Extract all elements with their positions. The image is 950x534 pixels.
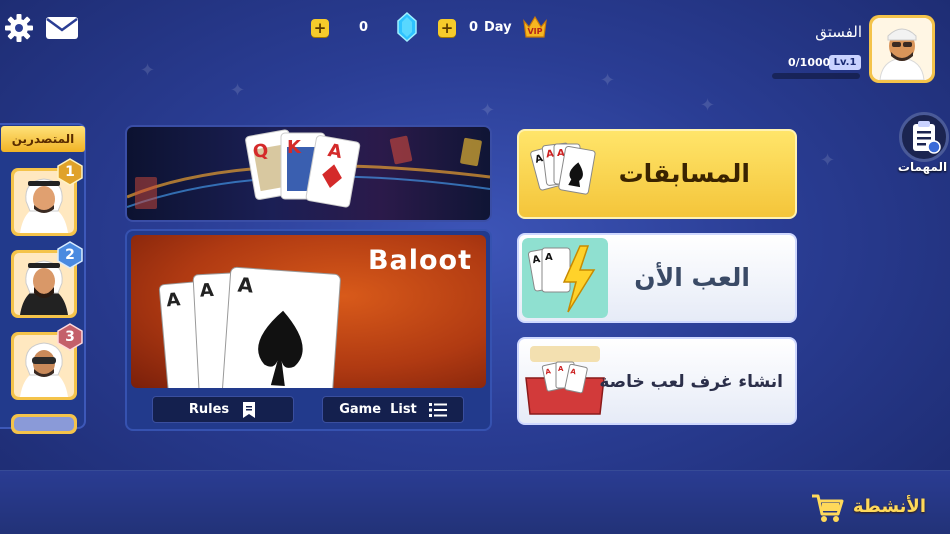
xp-progress-bar xyxy=(772,73,860,79)
promo-banner[interactable]: Q K A xyxy=(125,125,492,222)
svg-text:A: A xyxy=(545,149,554,161)
cards-fan-icon: A A A xyxy=(530,142,596,195)
floor xyxy=(0,470,950,534)
game-lobby: ✦ ✦ ✦ ✦ ✦ ✦ + 0 + 0 Day VIP الفستق Lv.1 … xyxy=(0,0,950,534)
svg-text:A: A xyxy=(199,280,214,302)
avatar xyxy=(872,18,932,80)
profile-avatar[interactable] xyxy=(869,15,935,83)
rank-badge-3: 3 xyxy=(56,323,84,351)
play-now-label: العب الأن xyxy=(634,263,750,292)
baloot-title: Baloot xyxy=(367,245,472,276)
xp-text: 0/1000 xyxy=(788,56,831,69)
rules-button[interactable]: Rules xyxy=(152,396,294,423)
banner-card-k: K xyxy=(287,137,301,158)
vip-crown-icon[interactable]: VIP xyxy=(522,13,548,41)
leaderboard-title: المتصدرين xyxy=(1,126,85,152)
private-rooms-label: انشاء غرف لعب خاصة xyxy=(599,372,783,392)
play-now-button[interactable]: A A العب الأن xyxy=(517,233,797,323)
level-badge: Lv.1 xyxy=(829,55,861,70)
deco-star: ✦ xyxy=(140,60,156,81)
bookmark-icon xyxy=(243,401,256,418)
rank-number: 2 xyxy=(65,247,75,263)
tasks-button[interactable]: المهمات xyxy=(895,112,950,174)
rank-badge-1: 1 xyxy=(56,158,84,186)
rank-number: 1 xyxy=(65,164,75,180)
clipboard-icon xyxy=(913,121,941,154)
banner-art xyxy=(127,129,490,209)
lightning-cards-icon: A A xyxy=(522,238,608,318)
deco-star: ✦ xyxy=(700,95,716,116)
game-list-label: Game List xyxy=(339,402,417,417)
deco-star: ✦ xyxy=(600,70,616,91)
mail-button[interactable] xyxy=(45,15,79,41)
deco-star: ✦ xyxy=(480,100,496,121)
svg-text:A: A xyxy=(558,365,564,373)
coins-count: 0 xyxy=(359,20,369,35)
card-table-icon: A A A xyxy=(525,346,605,415)
cart-icon xyxy=(812,494,844,522)
activities-button[interactable]: الأنشطة xyxy=(810,490,940,528)
avatar xyxy=(14,417,74,431)
day-count: 0 xyxy=(469,20,479,35)
add-days-button[interactable]: + xyxy=(438,19,456,37)
svg-text:A: A xyxy=(237,273,255,298)
add-coins-button[interactable]: + xyxy=(311,19,329,37)
game-list-button[interactable]: Game List xyxy=(322,396,464,423)
list-icon xyxy=(428,402,447,417)
settings-button[interactable] xyxy=(4,13,34,43)
deco-star: ✦ xyxy=(230,80,246,101)
tasks-label: المهمات xyxy=(897,160,948,174)
baloot-game-card[interactable]: A A A Baloot xyxy=(131,235,486,388)
leaderboard-player-4[interactable] xyxy=(11,414,77,434)
gem-icon xyxy=(397,12,417,42)
mail-icon xyxy=(46,17,78,39)
svg-text:VIP: VIP xyxy=(527,27,542,36)
tasks-circle xyxy=(899,112,949,162)
competitions-label: المسابقات xyxy=(618,159,750,188)
day-label: Day xyxy=(484,20,512,35)
gear-icon xyxy=(5,14,33,42)
username: الفستق xyxy=(815,23,862,41)
deco-star: ✦ xyxy=(820,150,836,171)
rules-label: Rules xyxy=(188,402,230,417)
rank-badge-2: 2 xyxy=(56,241,84,269)
rank-number: 3 xyxy=(65,329,75,345)
private-rooms-button[interactable]: A A A انشاء غرف لعب خاصة xyxy=(517,337,797,425)
competitions-button[interactable]: A A A المسابقات xyxy=(517,129,797,219)
svg-text:A: A xyxy=(545,252,553,263)
activities-label: الأنشطة xyxy=(852,496,926,517)
svg-text:A: A xyxy=(166,289,182,311)
